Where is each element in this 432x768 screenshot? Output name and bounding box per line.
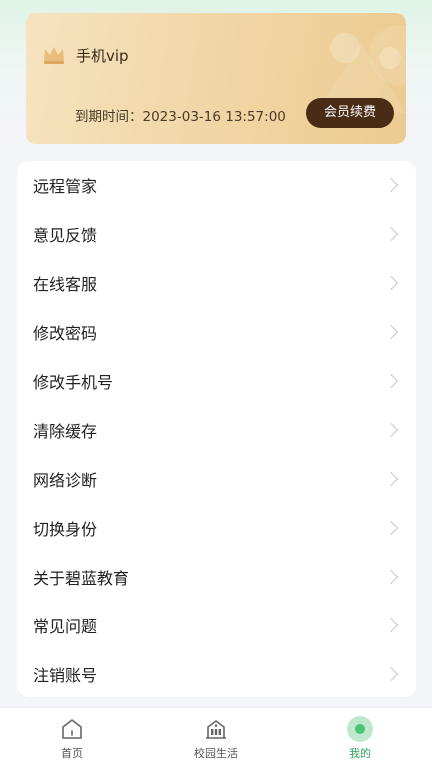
chevron-right-icon <box>383 227 399 242</box>
menu-item-remote-manager[interactable]: 远程管家 <box>17 161 416 210</box>
menu-item-label: 远程管家 <box>33 177 98 197</box>
menu-item-label: 在线客服 <box>33 275 98 295</box>
nav-tab-campus-life[interactable]: 校园生活 <box>144 708 288 768</box>
nav-tab-profile[interactable]: 我的 <box>288 708 432 768</box>
nav-tab-label: 首页 <box>61 747 83 760</box>
settings-menu: 远程管家 意见反馈 在线客服 修改密码 修改手机号 清除缓存 网络诊断 切换身份… <box>17 161 416 697</box>
menu-item-delete-account[interactable]: 注销账号 <box>17 650 416 697</box>
chevron-right-icon <box>383 667 399 682</box>
menu-item-label: 切换身份 <box>33 519 98 539</box>
chevron-right-icon <box>383 618 399 633</box>
vip-title: 手机vip <box>76 47 129 65</box>
bottom-nav: 首页 校园生活 我的 <box>0 707 432 768</box>
chevron-right-icon <box>383 422 399 437</box>
nav-tab-label: 校园生活 <box>194 747 238 760</box>
menu-item-network-diagnosis[interactable]: 网络诊断 <box>17 454 416 503</box>
school-icon <box>206 720 226 739</box>
menu-item-label: 网络诊断 <box>33 470 98 490</box>
menu-item-online-service[interactable]: 在线客服 <box>17 259 416 308</box>
chevron-right-icon <box>383 520 399 535</box>
nav-tab-label: 我的 <box>349 747 371 760</box>
home-icon <box>62 719 82 739</box>
chevron-right-icon <box>383 373 399 389</box>
menu-item-label: 修改密码 <box>33 324 98 344</box>
menu-item-faq[interactable]: 常见问题 <box>17 601 416 650</box>
menu-item-label: 意见反馈 <box>33 226 98 246</box>
menu-item-switch-identity[interactable]: 切换身份 <box>17 503 416 552</box>
chevron-right-icon <box>383 471 399 486</box>
nav-tab-home[interactable]: 首页 <box>0 708 144 768</box>
chevron-right-icon <box>383 569 399 584</box>
menu-item-feedback[interactable]: 意见反馈 <box>17 210 416 259</box>
menu-item-label: 清除缓存 <box>33 421 98 441</box>
chevron-right-icon <box>383 325 399 340</box>
menu-item-label: 注销账号 <box>33 666 98 686</box>
vip-expire-time: 到期时间：2023-03-16 13:57:00 <box>75 109 286 125</box>
menu-item-label: 关于碧蓝教育 <box>33 568 130 588</box>
menu-item-change-password[interactable]: 修改密码 <box>17 308 416 357</box>
menu-item-label: 修改手机号 <box>33 373 114 392</box>
menu-item-change-phone[interactable]: 修改手机号 <box>17 357 416 406</box>
chevron-right-icon <box>383 276 399 291</box>
vip-card: 手机vip 到期时间：2023-03-16 13:57:00 会员续费 <box>26 13 406 144</box>
renew-button[interactable]: 会员续费 <box>306 98 394 128</box>
chevron-right-icon <box>383 178 399 193</box>
menu-item-about[interactable]: 关于碧蓝教育 <box>17 552 416 601</box>
menu-item-label: 常见问题 <box>33 617 98 637</box>
profile-icon <box>347 716 373 742</box>
crown-icon <box>44 47 64 64</box>
menu-item-clear-cache[interactable]: 清除缓存 <box>17 405 416 454</box>
